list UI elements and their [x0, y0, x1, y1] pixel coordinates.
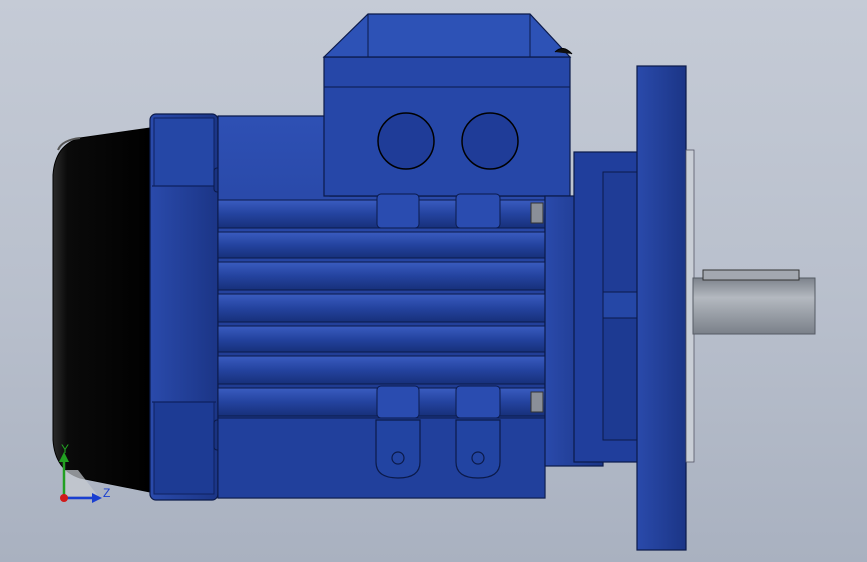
motor-model[interactable] [0, 0, 867, 562]
fan-cover[interactable] [52, 127, 151, 493]
front-end-shield[interactable] [544, 151, 641, 467]
cooling-fins [217, 199, 546, 417]
cable-gland-left [377, 112, 435, 170]
axis-y-label: Y [61, 442, 70, 456]
coordinate-triad: Y Z [50, 440, 120, 510]
axis-z-label: Z [103, 486, 111, 500]
graphics-viewport[interactable]: Y Z [0, 0, 867, 562]
cable-gland-right [461, 112, 519, 170]
terminal-box[interactable] [322, 13, 573, 197]
rear-end-shield[interactable] [149, 113, 229, 501]
mounting-flange[interactable] [636, 65, 695, 551]
output-shaft[interactable] [692, 269, 816, 335]
